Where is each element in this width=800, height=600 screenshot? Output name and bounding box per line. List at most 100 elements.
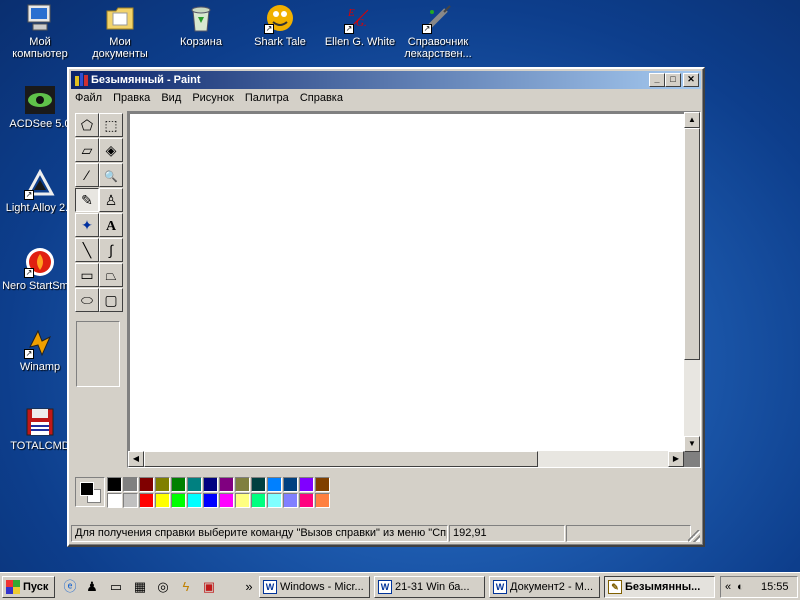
palette-swatch[interactable] [235,493,250,508]
taskbar-button-word-1[interactable]: W Windows - Micr... [259,576,370,598]
palette-swatch[interactable] [283,477,298,492]
vertical-scrollbar[interactable]: ▲ ▼ [684,112,700,452]
palette-swatch[interactable] [251,477,266,492]
free-select-tool[interactable]: ⬠ [75,113,99,137]
eraser-icon: ▱ [81,142,93,158]
palette-swatch[interactable] [171,493,186,508]
palette-swatch[interactable] [251,493,266,508]
scroll-down-button[interactable]: ▼ [684,436,700,452]
quicklaunch-chevron[interactable]: » [240,578,258,596]
tray-volume-icon[interactable]: ◐ [737,577,744,597]
horizontal-scrollbar[interactable]: ◀ ▶ [128,451,684,467]
palette-swatch[interactable] [139,493,154,508]
palette-swatch[interactable] [107,493,122,508]
drawing-canvas[interactable] [130,114,684,452]
pencil-icon: ✎ [81,192,93,208]
palette-swatch[interactable] [123,477,138,492]
palette-swatch[interactable] [267,493,282,508]
menu-help[interactable]: Справка [296,90,347,106]
horizontal-scroll-thumb[interactable] [144,451,538,467]
resize-grip-icon[interactable] [688,530,700,542]
palette-swatch[interactable] [155,493,170,508]
palette-swatch[interactable] [283,493,298,508]
taskbar-button-paint[interactable]: ✎ Безымянны... [604,576,715,598]
desktop-icon-my-computer[interactable]: Мой компьютер [2,2,78,60]
palette-swatch[interactable] [219,493,234,508]
palette-swatch[interactable] [299,477,314,492]
menu-view[interactable]: Вид [157,90,185,106]
desktop-icon-ellen-white[interactable]: E G. ↗ Ellen G. White [322,2,398,48]
light-alloy-icon: ↗ [24,168,56,200]
taskbar-button-label: Документ2 - М... [510,581,594,593]
palette-swatch[interactable] [187,477,202,492]
palette-swatch[interactable] [219,477,234,492]
line-tool[interactable]: ╲ [75,238,99,262]
palette-swatch[interactable] [107,477,122,492]
quicklaunch-cd-icon[interactable]: ◎ [154,578,172,596]
title-bar[interactable]: Безымянный - Paint _ □ ✕ [71,71,701,89]
line-icon: ╲ [82,242,92,258]
quicklaunch-floppy-icon[interactable]: ▣ [200,578,218,596]
palette-swatch[interactable] [203,493,218,508]
ellipse-tool[interactable]: ⬭ [75,288,99,312]
color-picker-tool[interactable]: ⁄ [75,163,99,187]
rect-select-tool[interactable]: ⬚ [99,113,123,137]
clock[interactable]: 15:55 [761,577,789,597]
menu-file[interactable]: Файл [71,90,106,106]
quicklaunch-calculator-icon[interactable]: ▦ [131,578,149,596]
vertical-scroll-thumb[interactable] [684,128,700,360]
tool-options-box[interactable] [76,321,120,387]
tray-chevron[interactable]: « [725,577,731,597]
svg-text:E: E [347,7,355,19]
pencil-tool[interactable]: ✎ [75,188,99,212]
palette-swatch[interactable] [123,493,138,508]
palette-swatch[interactable] [171,477,186,492]
text-tool[interactable]: A [99,213,123,237]
scroll-left-button[interactable]: ◀ [128,451,144,467]
desktop-icon-shark-tale[interactable]: ↗ Shark Tale [242,2,318,48]
quicklaunch-drive-icon[interactable]: ▭ [107,578,125,596]
desktop-icon-my-documents[interactable]: Мои документы [82,2,158,60]
desktop-icon-label: Ellen G. White [324,36,396,48]
palette-swatch[interactable] [235,477,250,492]
quicklaunch-ie-icon[interactable]: ⓔ [61,578,79,596]
menu-image[interactable]: Рисунок [188,90,238,106]
palette-swatch[interactable] [187,493,202,508]
palette-swatch[interactable] [203,477,218,492]
polygon-tool[interactable]: ⏢ [99,263,123,287]
airbrush-icon: ✦ [81,217,93,233]
palette-swatch[interactable] [315,477,330,492]
scroll-right-button[interactable]: ▶ [668,451,684,467]
palette-swatch[interactable] [155,477,170,492]
rounded-rect-tool[interactable]: ▢ [99,288,123,312]
start-button[interactable]: Пуск [2,576,55,598]
close-button[interactable]: ✕ [683,73,699,87]
palette-swatch[interactable] [315,493,330,508]
shortcut-arrow-icon: ↗ [344,24,354,34]
taskbar-button-label: Windows - Micr... [280,581,364,593]
magnifier-tool[interactable]: 🔍 [99,163,123,187]
quicklaunch-user-icon[interactable]: ♟ [83,578,101,596]
curve-tool[interactable]: ∫ [99,238,123,262]
rect-select-icon: ⬚ [104,117,118,133]
palette-swatch[interactable] [267,477,282,492]
eraser-tool[interactable]: ▱ [75,138,99,162]
scroll-up-button[interactable]: ▲ [684,112,700,128]
menu-edit[interactable]: Правка [109,90,154,106]
quicklaunch-winamp-icon[interactable]: ϟ [177,578,195,596]
menu-colors[interactable]: Палитра [241,90,293,106]
airbrush-tool[interactable]: ✦ [75,213,99,237]
taskbar-button-word-3[interactable]: W Документ2 - М... [489,576,600,598]
maximize-button[interactable]: □ [665,73,681,87]
taskbar-button-word-2[interactable]: W 21-31 Win ба... [374,576,485,598]
fill-tool[interactable]: ◈ [99,138,123,162]
rectangle-icon: ▭ [80,267,94,283]
palette-swatch[interactable] [139,477,154,492]
desktop-icon-label: Мой компьютер [12,36,68,60]
minimize-button[interactable]: _ [649,73,665,87]
rectangle-tool[interactable]: ▭ [75,263,99,287]
desktop-icon-recycle-bin[interactable]: Корзина [163,2,239,48]
brush-tool[interactable]: ♙ [99,188,123,212]
palette-swatch[interactable] [299,493,314,508]
desktop-icon-drug-reference[interactable]: ↗ Справочник лекарствен... [400,2,476,60]
